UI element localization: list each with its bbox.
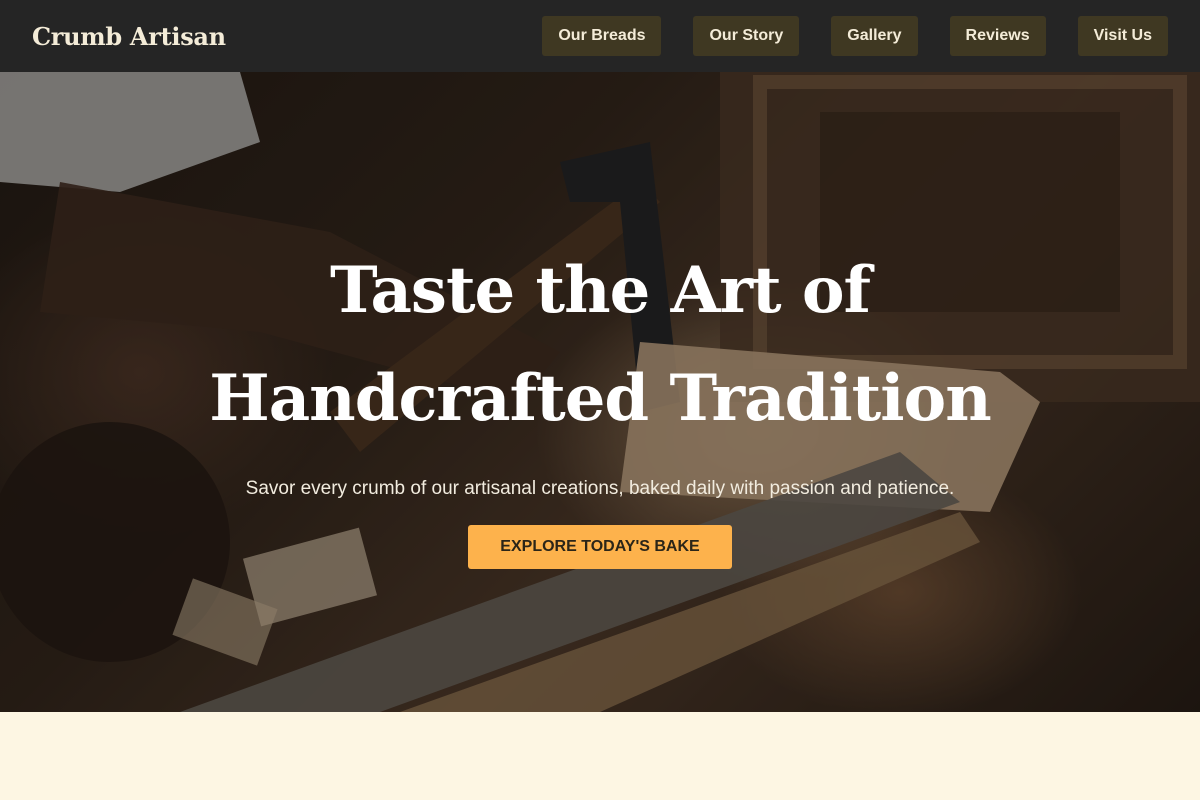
brand-logo[interactable]: Crumb Artisan xyxy=(32,22,226,51)
nav-our-story[interactable]: Our Story xyxy=(693,16,800,56)
hero-title: Taste the Art of Handcrafted Tradition xyxy=(150,237,1050,453)
site-header: Crumb Artisan Our Breads Our Story Galle… xyxy=(0,0,1200,72)
nav-reviews[interactable]: Reviews xyxy=(949,16,1046,56)
hero-content: Taste the Art of Handcrafted Tradition S… xyxy=(0,237,1200,569)
nav-visit-us[interactable]: Visit Us xyxy=(1077,16,1168,56)
nav-gallery[interactable]: Gallery xyxy=(831,16,918,56)
main-nav: Our Breads Our Story Gallery Reviews Vis… xyxy=(542,16,1168,56)
hero-subtitle: Savor every crumb of our artisanal creat… xyxy=(245,478,955,499)
explore-bake-button[interactable]: EXPLORE TODAY'S BAKE xyxy=(468,525,732,569)
hero-title-line-1: Taste the Art of xyxy=(329,253,871,328)
hero-title-line-2: Handcrafted Tradition xyxy=(209,361,992,436)
next-section xyxy=(0,712,1200,800)
nav-our-breads[interactable]: Our Breads xyxy=(542,16,662,56)
hero-section: Taste the Art of Handcrafted Tradition S… xyxy=(0,72,1200,712)
